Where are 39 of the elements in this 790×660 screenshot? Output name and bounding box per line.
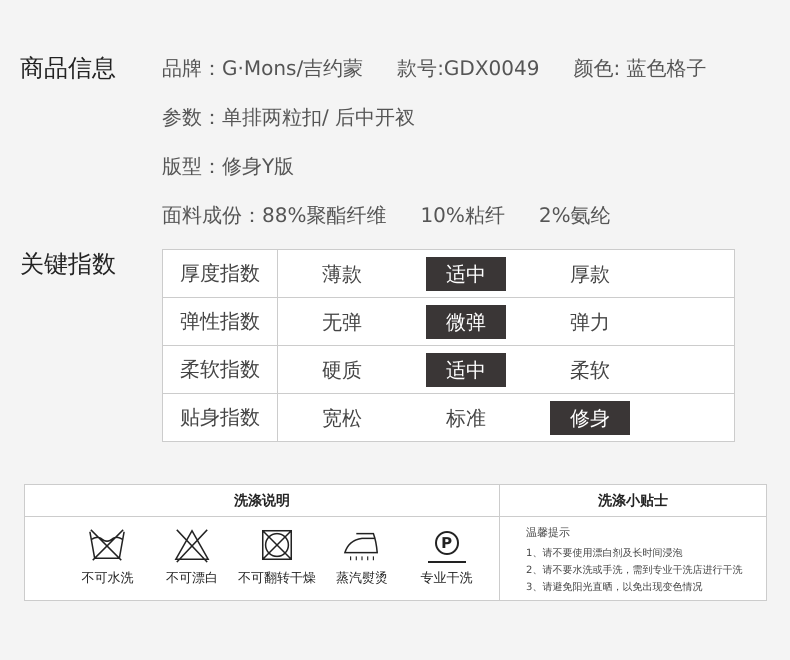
tip-text: 2、请不要水洗或手洗，需到专业干洗店进行干洗 [526,564,744,578]
triangle-crossed-icon [173,527,212,563]
wash-tub-crossed-icon [88,527,126,563]
spec-text: 颜色: 蓝色格子 [573,55,707,82]
care-label: 不可水洗 [81,570,134,587]
tip-text: 1、请不要使用漂白剂及长时间浸泡 [526,546,684,561]
care-label: 蒸汽熨烫 [336,570,388,587]
option-text: 厚款 [569,260,611,288]
panel-title: 洗涤说明 [25,485,499,517]
option-text: 柔软 [569,356,611,384]
spec-text: 10%粘纤 [420,202,505,229]
option-text: 标准 [445,404,487,432]
index-label: 贴身指数 [163,394,278,441]
selected-option: 适中 [426,256,506,290]
section-heading: 关键指数 [20,249,117,280]
index-label: 弹性指数 [163,298,278,345]
option-text: 无弹 [321,308,363,336]
selected-option: 适中 [426,352,506,386]
spec-text: 面料成份：88%聚酯纤维 [162,202,386,229]
section-heading: 商品信息 [20,53,117,84]
option-text: 弹力 [569,308,611,336]
selected-option: 微弹 [426,304,506,338]
index-label: 柔软指数 [163,346,278,393]
tips-heading: 温馨提示 [526,525,571,540]
tip-text: 3、请避免阳光直晒，以免出现变色情况 [526,580,704,595]
selected-option: 修身 [550,400,630,434]
spec-text: 2%氨纶 [538,202,611,229]
index-label: 厚度指数 [163,250,278,297]
spec-text: 版型：修身Y版 [162,153,294,180]
care-label: 专业干洗 [420,570,473,587]
spec-text: 品牌：G·Mons/吉约蒙 [162,55,364,82]
option-text: 薄款 [321,260,363,288]
spec-text: 款号:GDX0049 [397,55,540,82]
option-text: 硬质 [321,356,363,384]
option-text: 宽松 [321,404,363,432]
panel-title: 洗涤小贴士 [500,485,766,517]
spec-text: 参数：单排两粒扣/ 后中开衩 [162,104,416,131]
care-label: 不可翻转干燥 [238,570,316,587]
care-label: 不可漂白 [166,570,218,587]
